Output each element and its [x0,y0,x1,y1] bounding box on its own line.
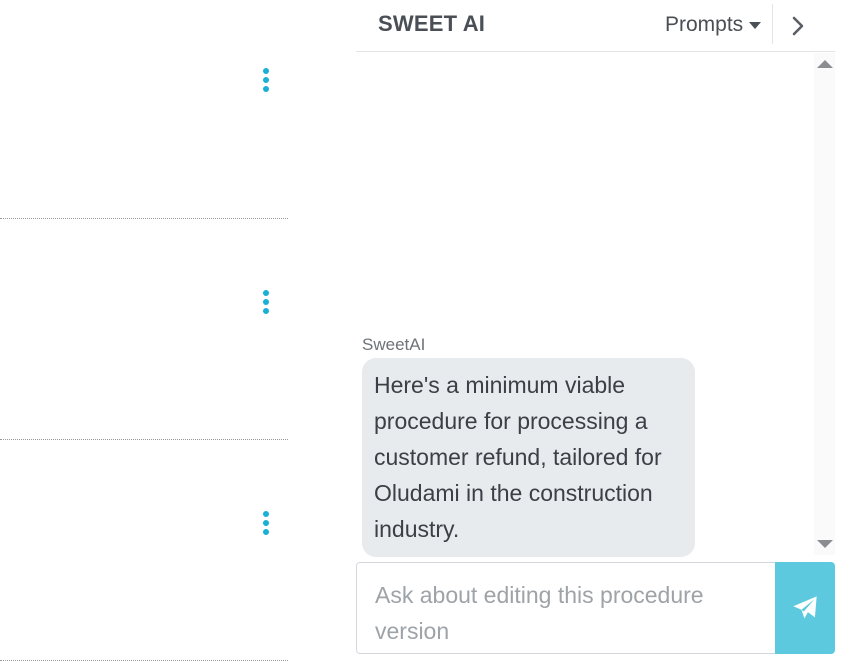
chat-composer [356,562,835,654]
ai-chat-panel: SWEET AI Prompts SweetAI Here's a minimu… [356,0,835,665]
prompts-dropdown[interactable]: Prompts [665,13,762,37]
row-3-menu-button[interactable] [258,509,274,537]
more-vertical-icon-dot [263,520,269,526]
list-divider [0,660,288,661]
list-divider [0,218,288,219]
row-2-menu-button[interactable] [258,288,274,316]
header-separator [772,4,773,44]
procedure-list [0,0,288,665]
prompts-label: Prompts [665,13,744,36]
chevron-right-icon [792,16,804,36]
chat-title: SWEET AI [378,11,486,36]
paper-plane-icon [793,596,817,619]
more-vertical-icon-dot [263,86,269,92]
caret-down-icon [749,21,762,29]
message-scrollbar[interactable] [814,53,835,555]
more-vertical-icon [263,290,269,296]
more-vertical-icon [263,68,269,74]
more-vertical-icon-dot [263,529,269,535]
message-list[interactable]: SweetAI Here's a minimum viable procedur… [356,53,835,557]
list-divider [0,439,288,440]
triangle-up-icon[interactable] [817,60,833,68]
message-sender: SweetAI [362,335,426,354]
chat-header: SWEET AI Prompts [356,0,835,52]
chat-input[interactable] [356,562,775,654]
row-1-menu-button[interactable] [258,66,274,94]
more-vertical-icon-dot [263,299,269,305]
more-vertical-icon [263,511,269,517]
triangle-down-icon[interactable] [817,540,833,548]
collapse-panel-button[interactable] [784,12,812,40]
send-button[interactable] [775,562,835,654]
assistant-message-bubble: Here's a minimum viable procedure for pr… [362,358,695,557]
more-vertical-icon-dot [263,308,269,314]
more-vertical-icon-dot [263,77,269,83]
